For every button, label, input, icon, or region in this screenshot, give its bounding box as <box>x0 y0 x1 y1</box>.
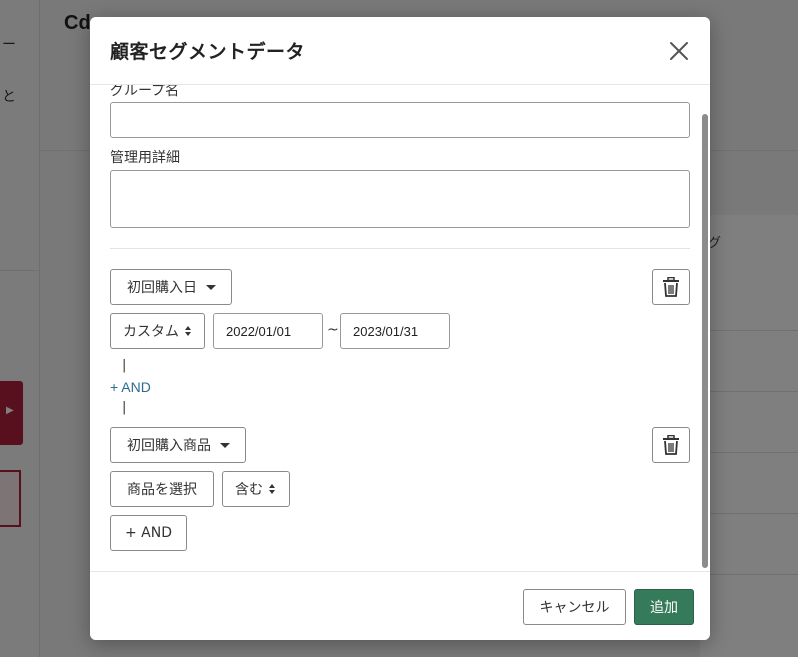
modal-body: グループ名 管理用詳細 初回購入日 カスタム ~ | + AND | <box>90 85 710 571</box>
date-range-select[interactable]: カスタム <box>110 313 205 349</box>
admin-detail-textarea[interactable] <box>110 170 690 228</box>
condition-field-dropdown[interactable]: 初回購入商品 <box>110 427 246 463</box>
trash-icon <box>663 435 679 455</box>
modal-title: 顧客セグメントデータ <box>110 41 306 63</box>
modal-footer: キャンセル 追加 <box>90 571 710 640</box>
close-button[interactable] <box>667 39 691 63</box>
match-type-value: 含む <box>235 482 263 498</box>
sort-arrows-icon <box>185 326 191 336</box>
modal-header: 顧客セグメントデータ <box>90 17 710 85</box>
caret-down-icon <box>206 284 216 290</box>
condition-field-label: 初回購入日 <box>127 280 197 296</box>
date-range-value: カスタム <box>123 324 179 340</box>
connector-line: | <box>122 400 127 415</box>
segment-modal: 顧客セグメントデータ グループ名 管理用詳細 初回購入日 カスタム 2022/0… <box>90 17 710 640</box>
select-product-button[interactable]: 商品を選択 <box>110 471 214 507</box>
add-and-label: + AND <box>124 525 172 541</box>
sort-arrows-icon <box>269 484 275 494</box>
section-divider <box>110 248 690 249</box>
close-icon <box>670 42 688 60</box>
trash-icon <box>663 277 679 297</box>
end-date-input[interactable] <box>340 313 450 349</box>
add-and-condition-button[interactable]: + AND <box>110 515 187 551</box>
match-type-select[interactable]: 含む <box>222 471 290 507</box>
admin-detail-label: 管理用詳細 <box>110 150 180 166</box>
connector-line: | <box>122 358 127 373</box>
start-date-input[interactable] <box>213 313 323 349</box>
condition-field-dropdown[interactable]: 初回購入日 <box>110 269 232 305</box>
condition-field-label: 初回購入商品 <box>127 438 211 454</box>
caret-down-icon <box>220 442 230 448</box>
delete-condition-button[interactable] <box>652 427 690 463</box>
and-connector-link[interactable]: + AND <box>110 379 151 395</box>
scrollbar-thumb[interactable] <box>702 114 708 568</box>
delete-condition-button[interactable] <box>652 269 690 305</box>
select-product-label: 商品を選択 <box>127 482 197 498</box>
add-button[interactable]: 追加 <box>634 589 694 625</box>
group-name-input[interactable] <box>110 102 690 138</box>
cancel-button[interactable]: キャンセル <box>523 589 626 625</box>
group-name-label: グループ名 <box>110 85 180 99</box>
date-separator: ~ <box>327 322 339 338</box>
